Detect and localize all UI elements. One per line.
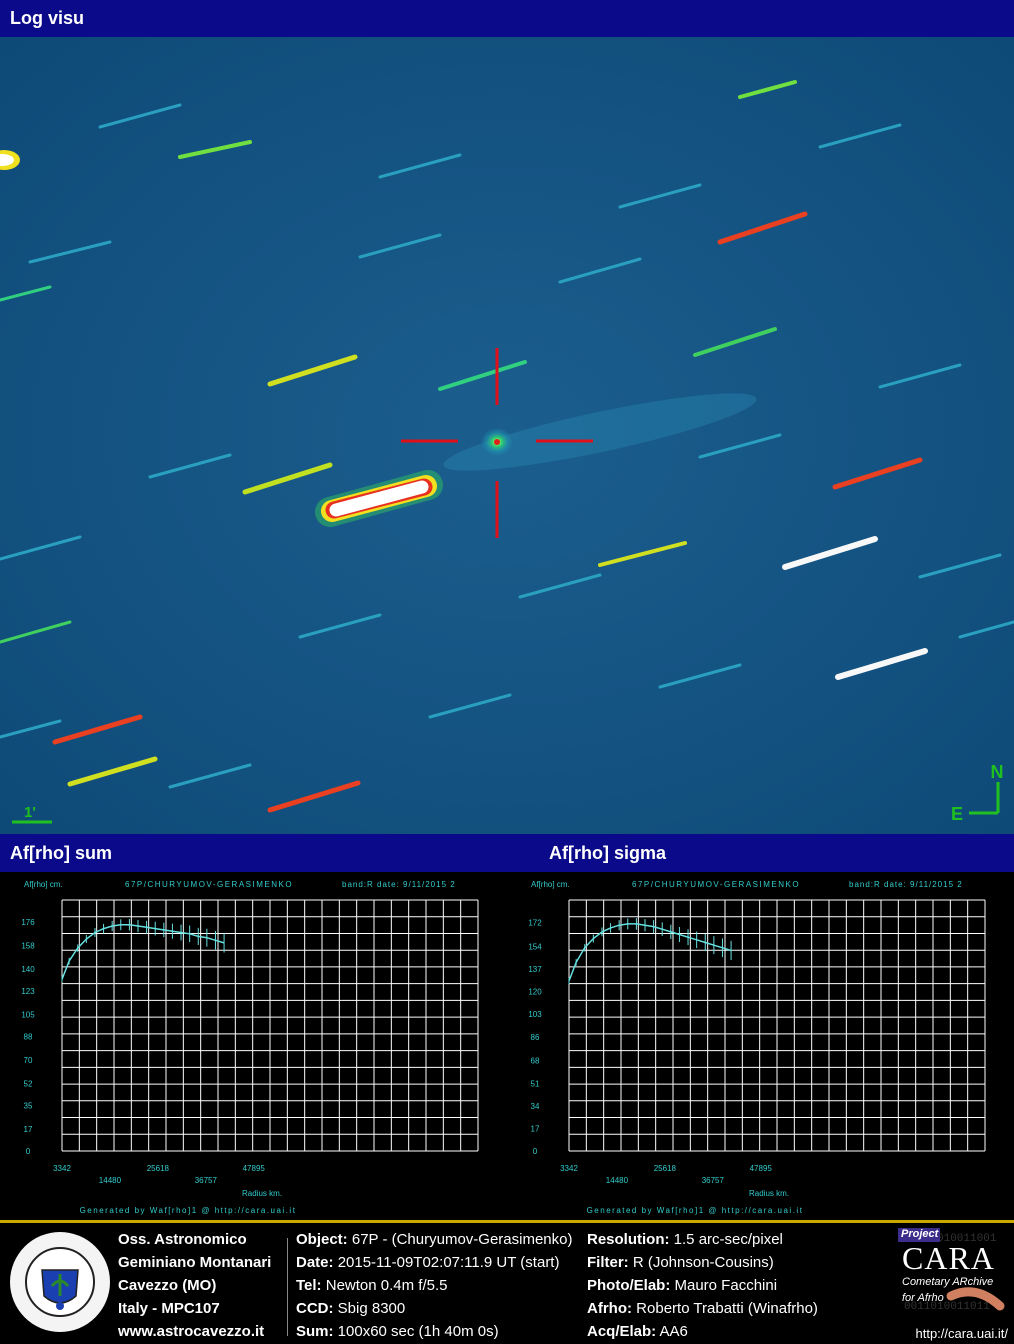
footer: Oss. Astronomico Geminiano Montanari Cav… bbox=[0, 1220, 1014, 1344]
y-tick-label: 35 bbox=[24, 1101, 33, 1110]
x-tick-label: 3342 bbox=[53, 1164, 71, 1173]
footer-divider bbox=[287, 1238, 288, 1336]
chart-generated-by: Generated by Waf[rho]1 @ http://cara.uai… bbox=[587, 1206, 804, 1215]
chart-band-date: band:R date: 9/11/2015 2 bbox=[342, 880, 456, 889]
info-filter: Filter: R (Johnson-Cousins) bbox=[587, 1254, 774, 1271]
chart-ylabel: Af[rho] cm. bbox=[24, 880, 63, 889]
y-tick-label: 68 bbox=[531, 1057, 540, 1066]
cara-tagline2: for Afrho bbox=[902, 1292, 944, 1304]
x-tick-label: 14480 bbox=[606, 1176, 629, 1185]
info-resolution: Resolution: 1.5 arc-sec/pixel bbox=[587, 1231, 783, 1248]
footer-separator bbox=[0, 1220, 1014, 1223]
section-title-sigma: Af[rho] sigma bbox=[549, 842, 666, 863]
y-tick-label: 103 bbox=[528, 1010, 542, 1019]
afrho-curve bbox=[568, 923, 732, 982]
afrho-curve bbox=[61, 923, 225, 980]
info-telescope: Tel: Newton 0.4m f/5.5 bbox=[296, 1277, 448, 1294]
processing-info: Resolution: 1.5 arc-sec/pixel Filter: R … bbox=[587, 1228, 818, 1343]
cara-project: Project bbox=[901, 1228, 939, 1240]
afrho-sigma-plot: Af[rho] cm. 67P/CHURYUMOV-GERASIMENKO band… bbox=[507, 872, 1014, 1220]
observatory-line: Italy - MPC107 bbox=[118, 1300, 220, 1317]
x-tick-label: 47895 bbox=[243, 1164, 266, 1173]
y-tick-label: 140 bbox=[21, 965, 35, 974]
section-bar-sigma: Af[rho] sigma bbox=[507, 834, 1014, 872]
info-photo: Photo/Elab: Mauro Facchini bbox=[587, 1277, 778, 1294]
y-tick-label: 0 bbox=[533, 1147, 538, 1156]
compass-north: N bbox=[991, 762, 1004, 782]
chart-xlabel: Radius km. bbox=[242, 1189, 282, 1198]
x-tick-label: 25618 bbox=[147, 1164, 170, 1173]
section-bar-sum: Af[rho] sum bbox=[0, 834, 507, 872]
y-tick-label: 17 bbox=[531, 1124, 540, 1133]
observatory-line: Cavezzo (MO) bbox=[118, 1277, 217, 1294]
cara-logo: 0101 010011001 0011010011011 Project CAR… bbox=[896, 1224, 1012, 1320]
chart-band-date: band:R date: 9/11/2015 2 bbox=[849, 880, 963, 889]
observatory-line: Oss. Astronomico bbox=[118, 1231, 247, 1248]
cara-name: CARA bbox=[902, 1240, 995, 1276]
cara-url[interactable]: http://cara.uai.it/ bbox=[916, 1326, 1009, 1341]
chart-object-name: 67P/CHURYUMOV-GERASIMENKO bbox=[632, 880, 800, 889]
info-object: Object: 67P - (Churyumov-Gerasimenko) bbox=[296, 1231, 573, 1248]
y-tick-label: 158 bbox=[21, 942, 35, 951]
x-tick-label: 3342 bbox=[560, 1164, 578, 1173]
info-acq: Acq/Elab: AA6 bbox=[587, 1323, 688, 1340]
x-tick-label: 14480 bbox=[99, 1176, 122, 1185]
y-tick-label: 51 bbox=[531, 1079, 540, 1088]
scale-label: 1' bbox=[24, 804, 36, 821]
chart-generated-by: Generated by Waf[rho]1 @ http://cara.uai… bbox=[80, 1206, 297, 1215]
comet-image: 1' N E bbox=[0, 37, 1014, 834]
afrho-chart: Af[rho] cm. 67P/CHURYUMOV-GERASIMENKO band… bbox=[21, 880, 479, 1215]
chart-ylabel: Af[rho] cm. bbox=[531, 880, 570, 889]
x-tick-label: 36757 bbox=[702, 1176, 725, 1185]
y-tick-label: 34 bbox=[531, 1102, 540, 1111]
y-tick-label: 176 bbox=[21, 918, 35, 927]
y-tick-label: 17 bbox=[24, 1125, 33, 1134]
y-tick-label: 88 bbox=[24, 1033, 33, 1042]
y-tick-label: 52 bbox=[24, 1079, 33, 1088]
info-afrho: Afrho: Roberto Trabatti (Winafrho) bbox=[587, 1300, 818, 1317]
x-tick-label: 25618 bbox=[654, 1164, 677, 1173]
header-bar: Log visu bbox=[0, 0, 1014, 37]
y-tick-label: 105 bbox=[21, 1010, 35, 1019]
y-tick-label: 0 bbox=[26, 1147, 31, 1156]
observatory-website[interactable]: www.astrocavezzo.it bbox=[118, 1320, 271, 1343]
comet-image-svg: 1' N E bbox=[0, 37, 1014, 834]
y-tick-label: 137 bbox=[528, 965, 542, 974]
y-tick-label: 172 bbox=[528, 919, 542, 928]
chart-object-name: 67P/CHURYUMOV-GERASIMENKO bbox=[125, 880, 293, 889]
observatory-line: Geminiano Montanari bbox=[118, 1254, 272, 1271]
compass-east: E bbox=[951, 804, 963, 824]
y-tick-label: 154 bbox=[528, 942, 542, 951]
y-tick-label: 123 bbox=[21, 987, 35, 996]
y-tick-label: 70 bbox=[24, 1056, 33, 1065]
info-date: Date: 2015-11-09T02:07:11.9 UT (start) bbox=[296, 1254, 560, 1271]
chart-xlabel: Radius km. bbox=[749, 1189, 789, 1198]
section-title-sum: Af[rho] sum bbox=[10, 842, 112, 863]
cara-tagline: Cometary ARchive bbox=[902, 1276, 994, 1288]
observation-info: Object: 67P - (Churyumov-Gerasimenko) Da… bbox=[296, 1228, 573, 1343]
afrho-chart: Af[rho] cm. 67P/CHURYUMOV-GERASIMENKO band… bbox=[528, 880, 986, 1215]
y-tick-label: 120 bbox=[528, 988, 542, 997]
x-tick-label: 47895 bbox=[750, 1164, 773, 1173]
afrho-sum-plot: Af[rho] cm. 67P/CHURYUMOV-GERASIMENKO band… bbox=[0, 872, 507, 1220]
info-ccd: CCD: Sbig 8300 bbox=[296, 1300, 406, 1317]
observatory-seal-icon bbox=[10, 1232, 110, 1332]
observatory-info: Oss. Astronomico Geminiano Montanari Cav… bbox=[118, 1228, 271, 1343]
info-sum: Sum: 100x60 sec (1h 40m 0s) bbox=[296, 1323, 499, 1340]
y-tick-label: 86 bbox=[531, 1033, 540, 1042]
header-title: Log visu bbox=[10, 8, 85, 28]
x-tick-label: 36757 bbox=[195, 1176, 218, 1185]
